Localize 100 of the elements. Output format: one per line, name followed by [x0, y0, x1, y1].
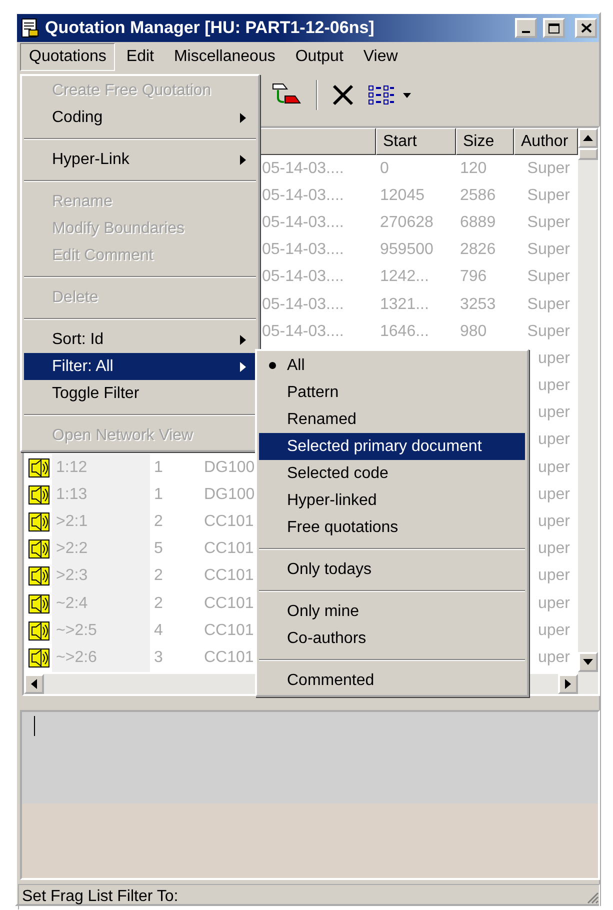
up-arrow-icon: [583, 135, 593, 141]
table-cell: 1:13: [52, 481, 150, 508]
table-cell-text: 3: [153, 648, 164, 668]
menu-item[interactable]: Selected primary document: [259, 433, 525, 460]
toolbar-button[interactable]: [332, 84, 354, 106]
submenu-arrow-icon: [240, 112, 246, 122]
table-cell-text: 1646...: [379, 322, 430, 342]
table-cell-text: 6889: [459, 212, 497, 233]
menu-item[interactable]: Renamed: [259, 406, 525, 433]
table-cell-text: CC101: [203, 539, 255, 560]
table-cell-text: 05-14-03....: [261, 294, 345, 315]
table-cell-text: 2: [153, 594, 164, 614]
maximize-button[interactable]: [543, 18, 565, 38]
table-cell-text: uper: [536, 484, 571, 505]
table-cell-text: 120: [459, 158, 488, 179]
left-arrow-icon: [31, 679, 37, 689]
status-text: Set Frag List Filter To:: [22, 887, 178, 907]
scroll-thumb[interactable]: [578, 148, 598, 160]
menu-item[interactable]: Filter: All: [24, 353, 256, 380]
caret-icon: [403, 92, 411, 98]
audio-icon: [28, 538, 50, 560]
table-cell-text: Super: [526, 158, 571, 179]
table-cell: 1:12: [52, 454, 150, 482]
menu-item[interactable]: Quotations: [20, 43, 116, 71]
table-cell-text: 2: [153, 512, 164, 532]
audio-icon: [28, 565, 50, 588]
scroll-up-button[interactable]: [578, 128, 598, 148]
resize-grip-icon: [585, 890, 599, 904]
menu-item[interactable]: Output: [286, 43, 352, 71]
table-cell-text: uper: [536, 539, 571, 560]
menu-item[interactable]: Sort: Id: [24, 326, 256, 353]
audio-icon: [28, 484, 50, 506]
table-cell-text: Super: [526, 294, 571, 315]
table-cell-text: CC101: [203, 620, 255, 641]
menu-item[interactable]: Hyper-linked: [259, 487, 525, 514]
column-header[interactable]: Start: [376, 128, 456, 155]
table-cell-text: 12045: [379, 186, 426, 206]
close-icon: [580, 23, 592, 33]
table-cell-text: 959500: [379, 240, 434, 260]
audio-icon: [28, 620, 50, 642]
menu-item[interactable]: Hyper-Link: [24, 146, 256, 173]
menu-item[interactable]: Co-authors: [259, 625, 525, 652]
table-cell: >2:1: [52, 508, 150, 536]
table-cell-text: uper: [536, 376, 571, 396]
table-cell: ~>2:6: [52, 644, 150, 672]
scroll-left-button[interactable]: [24, 674, 44, 694]
menu-item[interactable]: Pattern: [259, 379, 525, 406]
menu-item[interactable]: Miscellaneous: [164, 43, 284, 71]
table-cell: ~>2:5: [52, 617, 150, 644]
table-cell-text: 1: [153, 484, 164, 505]
menu-item[interactable]: Selected code: [259, 460, 525, 487]
scroll-right-button[interactable]: [558, 674, 578, 694]
table-cell-text: Super: [526, 240, 571, 260]
table-cell-text: 270628: [379, 212, 434, 233]
menu-item[interactable]: Coding: [24, 104, 256, 131]
menu-item[interactable]: Commented: [259, 667, 525, 694]
scroll-down-button[interactable]: [578, 652, 598, 672]
submenu-arrow-icon: [240, 362, 246, 372]
maximize-icon: [548, 22, 560, 34]
table-cell-text: uper: [536, 594, 571, 614]
table-cell-text: uper: [536, 348, 571, 369]
vertical-scrollbar[interactable]: [578, 128, 598, 694]
table-cell-text: 0: [379, 158, 390, 179]
menu-item[interactable]: All: [259, 352, 525, 379]
table-cell-text: uper: [536, 566, 571, 586]
table-cell: >2:2: [52, 536, 150, 563]
window-title: Quotation Manager [HU: PART1-12-06ns]: [45, 17, 376, 40]
menu-item[interactable]: Only mine: [259, 598, 525, 625]
table-cell-text: Super: [526, 267, 571, 288]
toolbar-button[interactable]: [368, 84, 411, 106]
table-cell-text: 2586: [459, 186, 497, 206]
down-arrow-icon: [583, 659, 593, 665]
minimize-button[interactable]: [515, 18, 537, 38]
menu-item[interactable]: Only todays: [259, 556, 525, 583]
table-cell-text: CC101: [203, 512, 255, 532]
table-cell-text: Super: [526, 186, 571, 206]
menu-item[interactable]: Toggle Filter: [24, 380, 256, 407]
table-cell-text: 05-14-03....: [261, 212, 345, 233]
menu-item[interactable]: View: [354, 43, 407, 71]
table-cell-text: uper: [536, 430, 571, 450]
table-cell-text: 1321...: [379, 294, 430, 315]
column-header[interactable]: Size: [456, 128, 514, 155]
menu-item[interactable]: Free quotations: [259, 514, 525, 541]
table-cell-text: 2: [153, 566, 164, 586]
table-cell-text: 05-14-03....: [261, 322, 345, 342]
table-cell-text: uper: [536, 403, 571, 424]
table-cell-text: 1242...: [379, 267, 430, 288]
audio-icon: [28, 592, 50, 615]
comment-field[interactable]: [20, 710, 600, 880]
minimize-icon: [522, 31, 530, 33]
list-icon: [368, 84, 395, 106]
table-cell-text: CC101: [203, 594, 255, 614]
column-header[interactable]: Author: [514, 128, 578, 155]
column-header[interactable]: [258, 128, 376, 155]
close-button[interactable]: [575, 18, 597, 38]
table-cell-text: 3253: [459, 294, 497, 315]
menu-item[interactable]: Edit: [117, 43, 163, 71]
table-cell: ~2:4: [52, 590, 150, 618]
table-cell-text: 980: [459, 322, 488, 342]
text-cursor: [34, 716, 35, 736]
